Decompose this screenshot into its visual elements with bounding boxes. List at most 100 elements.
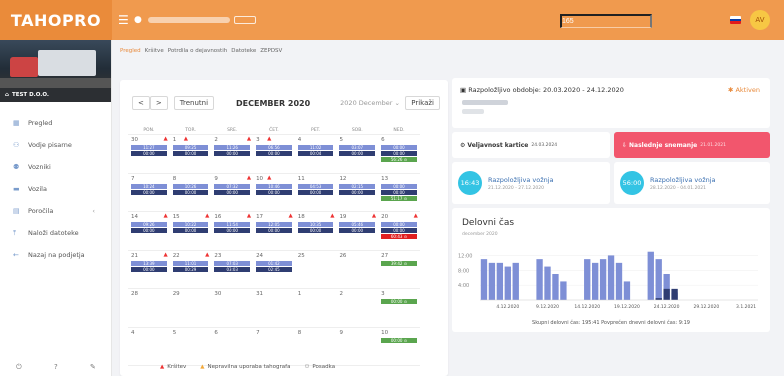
calendar-day[interactable]: 8 xyxy=(295,328,337,366)
sidebar-item-nalozi-datoteke[interactable]: ⤒ Naloži datoteke xyxy=(0,222,111,244)
rest-time: 00:00 xyxy=(339,228,376,233)
calendar-day[interactable]: 12 02:15 00:00 xyxy=(336,174,378,212)
tab-pregled[interactable]: Pregled xyxy=(120,48,141,54)
violation-icon[interactable]: ▲ xyxy=(267,136,271,142)
calendar-day[interactable]: 30 ▲ 11:27 00:00 xyxy=(128,135,170,173)
calendar-day[interactable]: 27 39:42 ⊙ xyxy=(378,251,420,289)
rest-time: 00:00 xyxy=(172,228,209,233)
calendar-day[interactable]: 28 xyxy=(128,289,170,327)
rest-time: 00:00 xyxy=(256,228,292,233)
calendar-day[interactable]: 11 04:53 00:00 xyxy=(295,174,337,212)
drive-time: 11:26 xyxy=(214,145,251,150)
calendar-day[interactable]: 16 ▲ 11:54 00:00 xyxy=(211,212,253,250)
calendar-day[interactable]: 10 00:00 ⊙ xyxy=(378,328,420,366)
next-month-button[interactable]: > xyxy=(149,96,168,110)
hamburger-menu-icon[interactable]: ☰ xyxy=(118,13,130,27)
search-input[interactable] xyxy=(560,14,652,28)
violation-icon[interactable]: ▲ xyxy=(184,136,188,142)
calendar-day[interactable]: 13 00:00 00:00 51:17 ⊙ xyxy=(378,174,420,212)
calendar-week: 30 ▲ 11:27 00:00 1 ▲ 09:25 00:00 2 ▲ 11:26 00:00 3 ▲ 0… xyxy=(128,135,420,174)
calendar-day[interactable]: 7 10:24 00:00 xyxy=(128,174,170,212)
sidebar-item-vodje-pisarne[interactable]: ⚇ Vodje pisarne xyxy=(0,134,111,156)
violation-icon[interactable]: ▲ xyxy=(372,213,376,219)
help-icon[interactable]: ? xyxy=(54,363,58,372)
calendar-day[interactable]: 7 xyxy=(253,328,295,366)
violation-icon[interactable]: ▲ xyxy=(414,213,418,219)
brand-logo[interactable]: TAHOPRO xyxy=(0,0,112,40)
calendar-day[interactable]: 6 xyxy=(211,328,253,366)
weekday-5: SOB. xyxy=(351,128,363,133)
calendar-day[interactable]: 10 ▲ 10:46 00:00 xyxy=(253,174,295,212)
violation-icon[interactable]: ▲ xyxy=(163,213,167,219)
calendar-day[interactable]: 24 01:42 02:45 xyxy=(253,251,295,289)
day-number: 30 xyxy=(214,291,222,297)
calendar-day[interactable]: 9 xyxy=(336,328,378,366)
violation-icon[interactable]: ▲ xyxy=(289,213,293,219)
day-number: 6 xyxy=(214,329,218,336)
rest-time: 00:00 xyxy=(297,189,334,195)
top-bar: TAHOPRO ☰ ● AV xyxy=(0,0,784,40)
calendar-day[interactable]: 23 07:03 03:03 xyxy=(211,251,253,289)
calendar-day[interactable]: 15 ▲ 10:22 00:00 xyxy=(170,212,212,250)
rest-time: 00:04 xyxy=(297,151,334,156)
drive-time: 01:42 xyxy=(256,260,292,266)
calendar-day[interactable]: 4 11:02 00:04 xyxy=(295,135,337,173)
sidebar-item-porocila[interactable]: ▤ Poročila ‹ xyxy=(0,200,111,222)
tab-datoteke[interactable]: Datoteke xyxy=(231,48,256,54)
calendar-day[interactable]: 1 xyxy=(295,289,337,327)
calendar-day[interactable]: 5 xyxy=(170,328,212,366)
calendar-day[interactable]: 6 00:00 00:00 56:26 ⊙ xyxy=(378,135,420,173)
calendar-day[interactable]: 3 ▲ 06:56 00:00 xyxy=(253,135,295,173)
calendar-day[interactable]: 1 ▲ 09:25 00:00 xyxy=(170,135,212,173)
calendar-day[interactable]: 2 xyxy=(336,289,378,327)
violation-icon[interactable]: ▲ xyxy=(247,213,251,219)
tab-potrdila[interactable]: Potrdila o dejavnostih xyxy=(168,48,228,54)
calendar-day[interactable]: 25 xyxy=(295,251,337,289)
violation-icon[interactable]: ▲ xyxy=(163,252,167,258)
avatar[interactable]: AV xyxy=(750,10,770,30)
violation-icon[interactable]: ▲ xyxy=(247,136,251,142)
sidebar-item-vozila[interactable]: ▬ Vozila xyxy=(0,178,111,200)
power-icon[interactable]: ⏻ xyxy=(16,363,22,372)
violation-icon[interactable]: ▲ xyxy=(247,175,251,181)
violation-icon[interactable]: ▲ xyxy=(267,175,271,181)
calendar-day[interactable]: 2 ▲ 11:26 00:00 xyxy=(211,135,253,173)
prev-month-button[interactable]: < xyxy=(132,96,150,110)
sidebar-item-nazaj[interactable]: ← Nazaj na podjetja xyxy=(0,244,111,266)
month-select[interactable]: 2020 December ⌄ xyxy=(340,99,400,107)
language-flag-icon[interactable] xyxy=(730,16,741,24)
calendar-day[interactable]: 4 xyxy=(128,328,170,366)
calendar-day[interactable]: 9 ▲ 07:32 00:00 xyxy=(211,174,253,212)
violation-icon[interactable]: ▲ xyxy=(330,213,334,219)
calendar-day[interactable]: 31 xyxy=(253,289,295,327)
calendar-day[interactable]: 22 ▲ 11:01 00:29 xyxy=(170,251,212,289)
calendar-day[interactable]: 14 ▲ 09:26 00:00 xyxy=(128,212,170,250)
calendar-day[interactable]: 26 xyxy=(336,251,378,289)
work-bar xyxy=(480,259,488,300)
calendar-day[interactable]: 18 ▲ 10:35 00:00 xyxy=(295,212,337,250)
working-time-title: Delovni čas xyxy=(462,218,515,228)
tab-zepdsv[interactable]: ZEPDSV xyxy=(260,48,282,54)
sidebar-item-pregled[interactable]: ▦ Pregled xyxy=(0,112,111,134)
drive-title: Razpoložljiva vožnja xyxy=(488,175,554,184)
show-button[interactable]: Prikaži xyxy=(405,96,440,110)
sidebar-item-vozniki[interactable]: ⚉ Vozniki xyxy=(0,156,111,178)
weekday-4: PET. xyxy=(310,128,321,133)
tab-krsitve[interactable]: Kršitve xyxy=(145,48,164,54)
blurred-driver-id xyxy=(462,109,484,114)
calendar-day[interactable]: 21 ▲ 13:39 00:00 xyxy=(128,251,170,289)
violation-icon[interactable]: ▲ xyxy=(205,213,209,219)
calendar-day[interactable]: 20 ▲ 00:00 00:00 60:43 ⊙ xyxy=(378,212,420,250)
calendar-day[interactable]: 17 ▲ 12:05 00:00 xyxy=(253,212,295,250)
today-button[interactable]: Trenutni xyxy=(173,96,215,110)
calendar-day[interactable]: 30 xyxy=(211,289,253,327)
calendar-day[interactable]: 29 xyxy=(170,289,212,327)
calendar-day[interactable]: 3 00:00 ⊙ xyxy=(378,289,420,327)
calendar-day[interactable]: 19 ▲ 05:46 00:00 xyxy=(336,212,378,250)
violation-icon[interactable]: ▲ xyxy=(205,252,209,258)
calendar-day[interactable]: 5 03:07 00:00 xyxy=(336,135,378,173)
calendar-day[interactable]: 8 10:26 00:00 xyxy=(170,174,212,212)
edit-icon[interactable]: ✎ xyxy=(90,363,96,372)
violation-icon[interactable]: ▲ xyxy=(163,136,167,142)
rest-time: 00:00 xyxy=(381,151,417,156)
